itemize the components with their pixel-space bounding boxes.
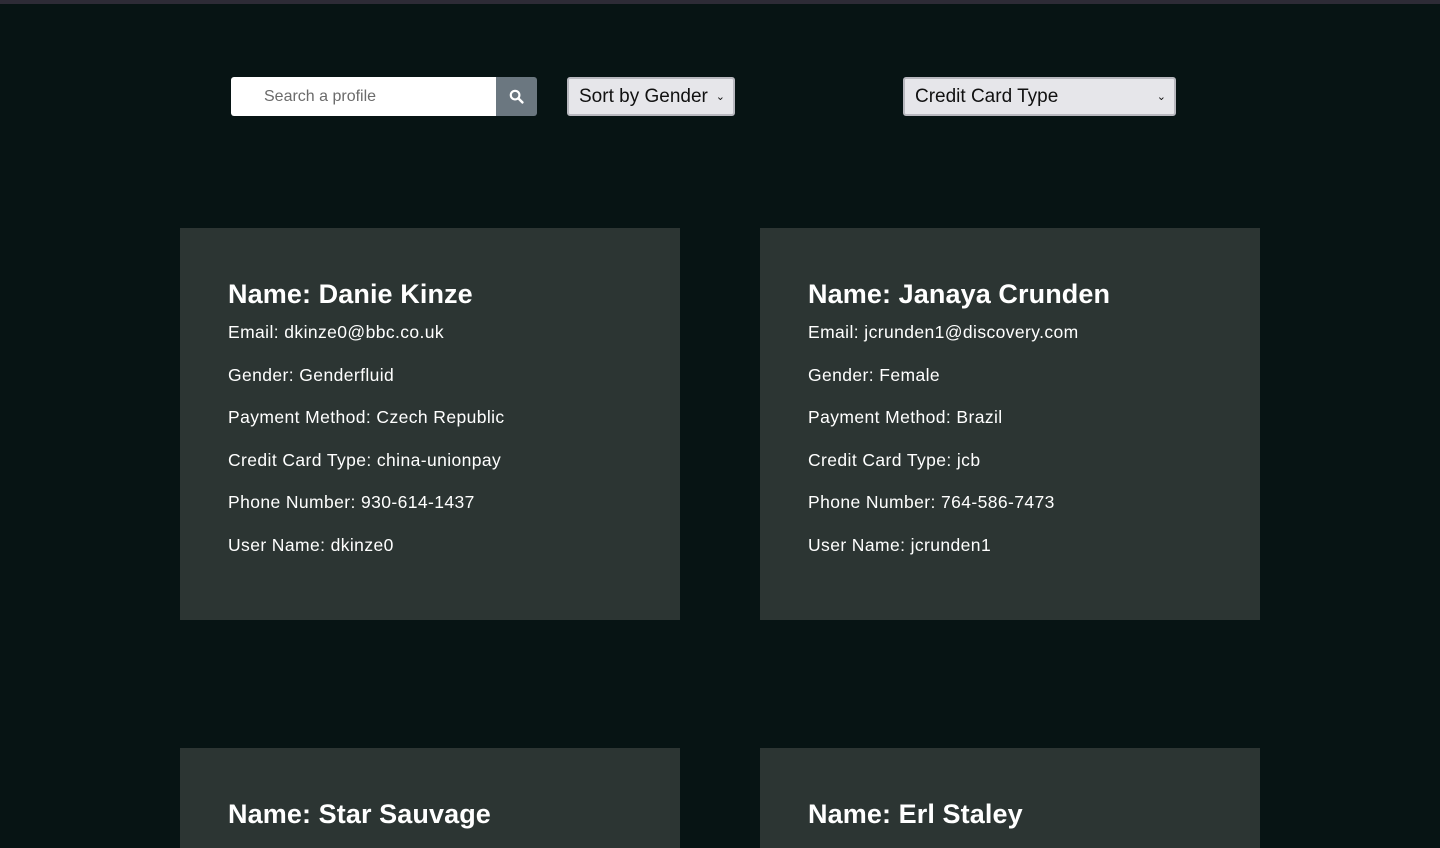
profile-gender: Gender: Genderfluid (228, 364, 395, 385)
profile-name: Name: Danie Kinze (228, 279, 473, 309)
profile-card: Name: Erl Staley (760, 748, 1260, 848)
profile-credit-card-type: Credit Card Type: china-unionpay (228, 449, 502, 470)
profile-name: Name: Janaya Crunden (808, 279, 1111, 309)
search-button[interactable] (496, 77, 537, 116)
gender-sort-select[interactable]: Sort by Gender ⌄ (567, 77, 735, 116)
profile-email: Email: jcrunden1@discovery.com (808, 322, 1079, 342)
profile-name: Name: Erl Staley (808, 799, 1023, 829)
profile-phone: Phone Number: 930-614-1437 (228, 492, 475, 512)
profile-username: User Name: jcrunden1 (808, 534, 992, 555)
profile-gender: Gender: Female (808, 364, 941, 385)
profile-payment-method: Payment Method: Brazil (808, 407, 1003, 427)
profile-card: Name: Star Sauvage (180, 748, 680, 848)
profile-credit-card-type: Credit Card Type: jcb (808, 449, 981, 470)
search-icon (509, 89, 524, 104)
top-border (0, 0, 1440, 4)
search-input[interactable] (231, 77, 496, 116)
gender-sort-label: Sort by Gender (579, 85, 708, 107)
chevron-down-icon: ⌄ (1156, 91, 1166, 103)
profile-email: Email: dkinze0@bbc.co.uk (228, 322, 445, 342)
credit-card-type-label: Credit Card Type (915, 85, 1059, 107)
profile-card: Name: Danie Kinze Email: dkinze0@bbc.co.… (180, 228, 680, 620)
profile-card: Name: Janaya Crunden Email: jcrunden1@di… (760, 228, 1260, 620)
profile-phone: Phone Number: 764-586-7473 (808, 492, 1055, 512)
chevron-down-icon: ⌄ (715, 91, 725, 103)
profile-username: User Name: dkinze0 (228, 534, 394, 555)
profile-payment-method: Payment Method: Czech Republic (228, 407, 505, 427)
profile-name: Name: Star Sauvage (228, 799, 491, 829)
search-bar (231, 77, 537, 116)
credit-card-type-select[interactable]: Credit Card Type ⌄ (903, 77, 1176, 116)
